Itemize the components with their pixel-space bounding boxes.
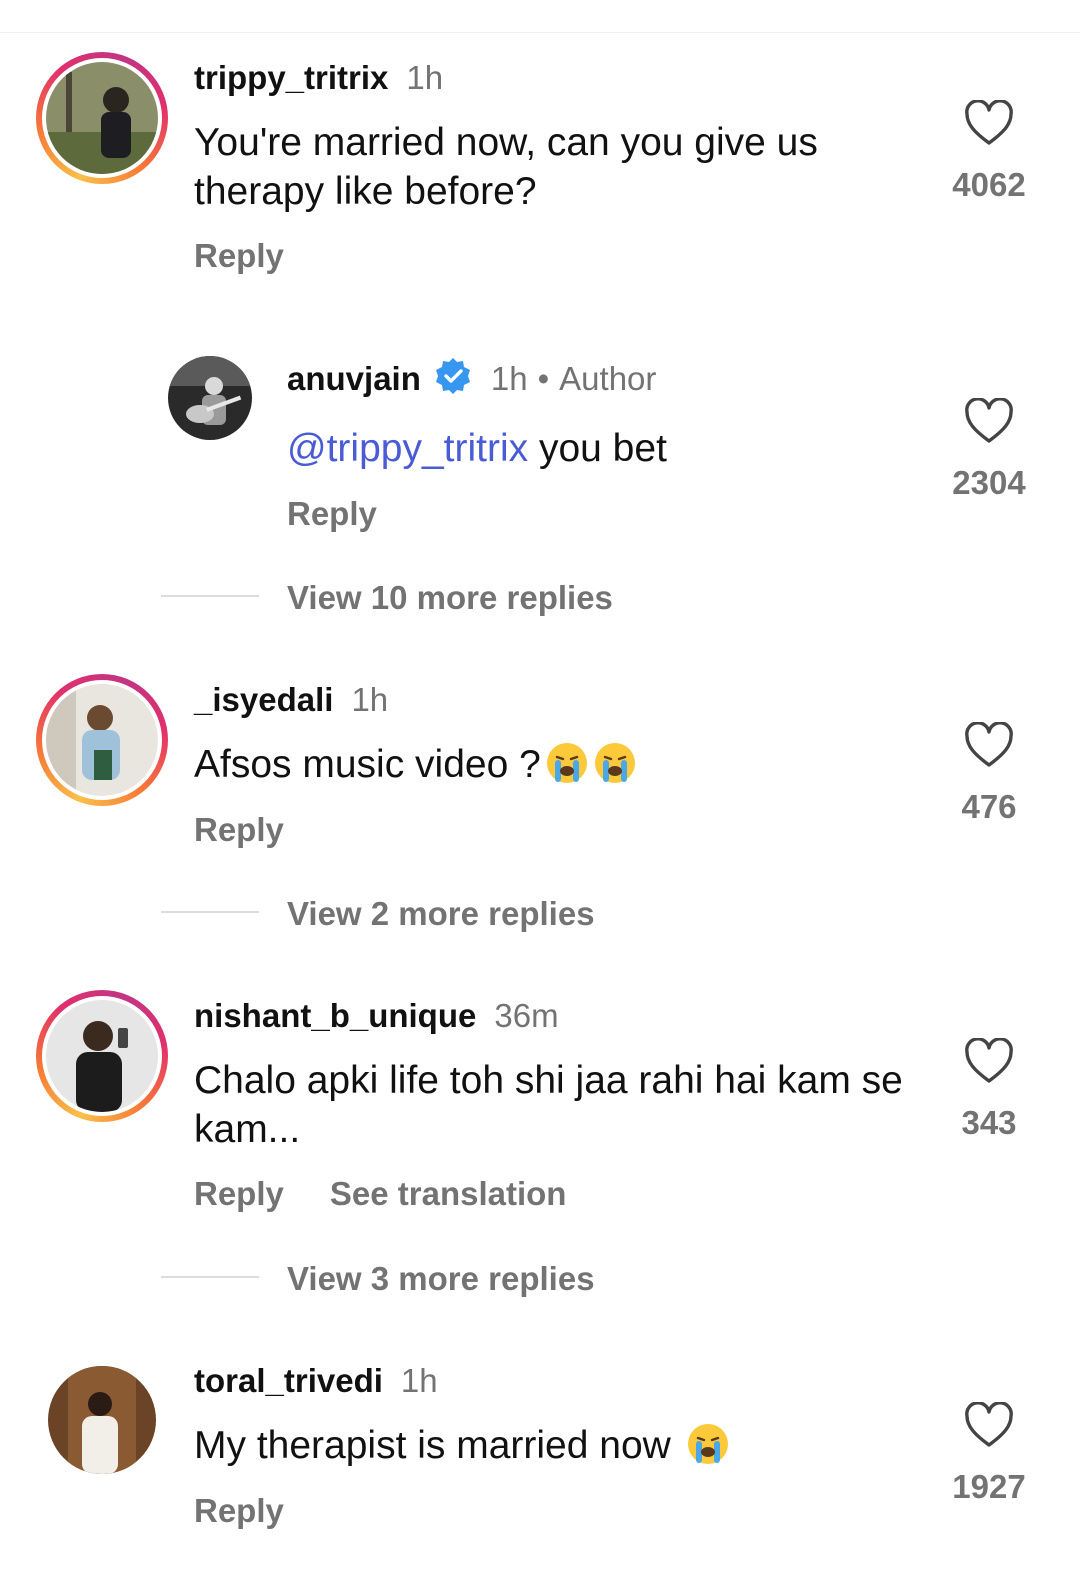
reply-button[interactable]: Reply	[194, 811, 284, 848]
avatar[interactable]	[36, 52, 168, 184]
like-button[interactable]: 2304	[929, 398, 1049, 502]
reply-button[interactable]: Reply	[194, 237, 284, 274]
top-divider	[0, 32, 1080, 33]
comment-text: My therapist is married now	[194, 1424, 671, 1467]
separator-dot: •	[537, 360, 550, 397]
thread-line	[161, 595, 259, 597]
view-more-replies[interactable]: View 10 more replies	[287, 578, 613, 618]
heart-icon[interactable]	[964, 1038, 1014, 1084]
timestamp: 1h	[490, 360, 528, 397]
timestamp: 1h	[400, 1362, 438, 1399]
timestamp: 1h	[406, 59, 444, 96]
like-button[interactable]: 4062	[929, 100, 1049, 204]
comment-text: You're married now, can you give us ther…	[194, 121, 818, 213]
verified-badge-icon	[433, 356, 473, 405]
username[interactable]: nishant_b_unique	[194, 997, 476, 1034]
like-count: 4062	[952, 166, 1026, 203]
view-more-replies[interactable]: View 2 more replies	[287, 894, 595, 934]
like-count: 2304	[952, 464, 1026, 501]
timestamp: 36m	[494, 997, 559, 1034]
comment-text: Chalo apki life toh shi jaa rahi hai kam…	[194, 1059, 903, 1151]
reply-button[interactable]: Reply	[287, 495, 377, 532]
see-translation-button[interactable]: See translation	[330, 1175, 567, 1212]
reply-button[interactable]: Reply	[194, 1492, 284, 1529]
crying-emoji-icon	[686, 1422, 730, 1478]
comment-text: you bet	[538, 427, 667, 470]
avatar[interactable]	[36, 674, 168, 806]
like-count: 343	[961, 1104, 1017, 1141]
heart-icon[interactable]	[964, 398, 1014, 444]
avatar[interactable]	[36, 990, 168, 1122]
comment-text: Afsos music video ?	[194, 743, 541, 786]
like-button[interactable]: 476	[929, 722, 1049, 826]
crying-emoji-icon	[545, 741, 589, 797]
reply-button[interactable]: Reply	[194, 1175, 284, 1212]
crying-emoji-icon	[593, 741, 637, 797]
heart-icon[interactable]	[964, 722, 1014, 768]
author-tag: Author	[559, 360, 657, 397]
mention-link[interactable]: @trippy_tritrix	[287, 427, 528, 470]
like-count: 476	[961, 788, 1017, 825]
timestamp: 1h	[351, 681, 389, 718]
username[interactable]: trippy_tritrix	[194, 59, 388, 96]
avatar[interactable]	[48, 1366, 156, 1474]
like-button[interactable]: 343	[929, 1038, 1049, 1142]
thread-line	[161, 1276, 259, 1278]
username[interactable]: _isyedali	[194, 681, 333, 718]
heart-icon[interactable]	[964, 1402, 1014, 1448]
thread-line	[161, 911, 259, 913]
view-more-replies[interactable]: View 3 more replies	[287, 1259, 595, 1299]
username[interactable]: anuvjain	[287, 360, 421, 397]
like-count: 1927	[952, 1468, 1026, 1505]
avatar[interactable]	[168, 356, 252, 440]
like-button[interactable]: 1927	[929, 1402, 1049, 1506]
heart-icon[interactable]	[964, 100, 1014, 146]
username[interactable]: toral_trivedi	[194, 1362, 383, 1399]
